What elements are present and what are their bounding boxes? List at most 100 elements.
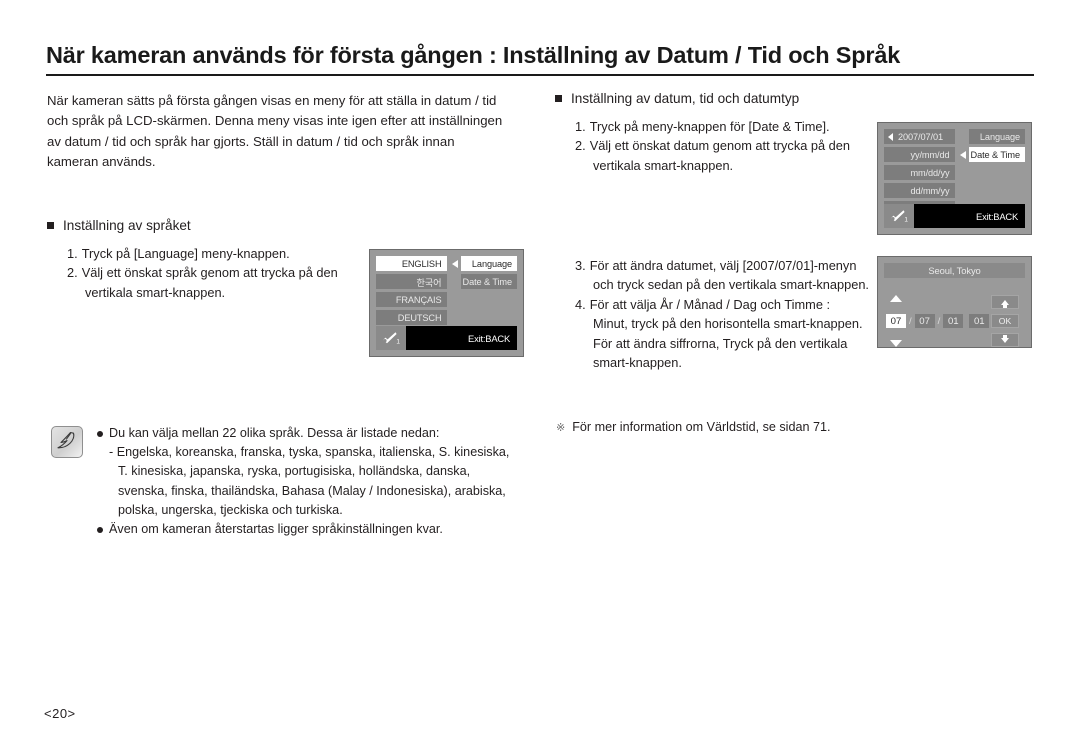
date-format-yymmdd[interactable]: yy/mm/dd [884,147,955,162]
field-separator: / [909,315,912,327]
note-bullet-label: Du kan välja mellan 22 olika språk. Dess… [109,426,440,440]
list-item[interactable]: dd/mm/yy [884,183,955,198]
reference-mark-icon: ※ [556,422,566,434]
note-pen-icon [51,426,83,458]
date-value-row[interactable]: 2007/07/01 [884,129,955,144]
ok-button[interactable]: OK [991,314,1019,328]
note-text: Du kan välja mellan 22 olika språk. Dess… [97,424,551,539]
step-text-continued: För att ändra siffrorna, Tryck på den ve… [593,335,848,351]
datetime-steps-list-2: 3. För att ändra datumet, välj [2007/07/… [555,256,885,372]
list-item: 2. Välj ett önskat datum genom att tryck… [575,136,875,155]
language-section-heading-label: Inställning av språket [63,218,191,233]
up-button[interactable] [991,295,1019,309]
svg-text:1: 1 [904,216,908,223]
list-item[interactable]: 한국어 [376,274,447,289]
list-item[interactable]: Language [460,256,517,271]
note-sub-line: T. kinesiska, japanska, ryska, portugisi… [118,464,471,479]
field-month[interactable]: 07 [914,314,935,328]
step-text: Välj ett önskat datum genom att trycka p… [589,138,851,154]
arrow-down-icon [890,340,902,347]
list-item[interactable]: 2007/07/01 [884,129,955,144]
language-option-korean[interactable]: 한국어 [376,274,447,289]
language-steps-list: 1. Tryck på [Language] meny-knappen. 2. … [47,244,377,302]
list-item[interactable]: ENGLISH [376,256,458,271]
list-item: 4. För att välja År / Månad / Dag och Ti… [575,295,885,314]
date-format-ddmmyy[interactable]: dd/mm/yy [884,183,955,198]
menu-tab-language[interactable]: Language [460,256,517,271]
selection-cursor-icon [959,150,966,159]
wrench-1-icon: 1 [884,204,914,228]
page-number: <20> [44,706,76,721]
intro-line: När kameran sätts på första gången visas… [47,93,497,108]
datetime-steps-list: 1. Tryck på meny-knappen för [Date & Tim… [555,117,875,175]
down-button[interactable] [991,333,1019,347]
language-option-english[interactable]: ENGLISH [376,256,447,271]
list-item: 3. För att ändra datumet, välj [2007/07/… [575,256,885,275]
date-value-label: 2007/07/01 [898,131,943,142]
menu-tab-language[interactable]: Language [968,129,1025,144]
step-text-continued: och tryck sedan på den vertikala smart-k… [593,277,869,293]
lcd-screen-datetime-menu: 2007/07/01 yy/mm/dd mm/dd/yy dd/mm/yy Of… [877,122,1032,235]
step-text: Tryck på meny-knappen för [Date & Time]. [589,119,830,134]
language-section: Inställning av språket 1. Tryck på [Lang… [47,218,377,302]
language-section-heading: Inställning av språket [47,218,377,233]
step-text-continued: smart-knappen. [593,355,682,371]
step-text-continued: Minut, tryck på den horisontella smart-k… [593,316,863,332]
step-text-continued: vertikala smart-knappen. [85,284,226,300]
list-item[interactable]: Language [968,129,1025,144]
step-text: Välj ett önskat språk genom att trycka p… [81,265,338,281]
field-separator: / [937,315,941,327]
datetime-section-heading: Inställning av datum, tid och datumtyp [555,91,875,106]
date-format-mmddyy[interactable]: mm/dd/yy [884,165,955,180]
footnote-label: För mer information om Världstid, se sid… [572,420,831,434]
header-divider [46,74,1034,76]
list-item[interactable]: Date & Time [968,147,1025,162]
list-item[interactable]: FRANÇAIS [376,292,447,307]
note-bullet-line: Även om kameran återstartas ligger språk… [97,520,551,539]
language-option-francais[interactable]: FRANÇAIS [376,292,447,307]
datetime-section: Inställning av datum, tid och datumtyp 1… [555,91,875,175]
note-sublist: - Engelska, koreanska, franska, tyska, s… [97,443,551,520]
menu-tab-date-time[interactable]: Date & Time [968,147,1025,162]
menu-tab-date-time[interactable]: Date & Time [460,274,517,289]
field-hour[interactable]: 01 [969,314,990,328]
exit-back-label[interactable]: Exit:BACK [914,204,1025,228]
dot-bullet-icon [97,527,103,534]
list-item[interactable]: mm/dd/yy [884,165,955,180]
note-bullet-line: Du kan välja mellan 22 olika språk. Dess… [97,424,551,443]
step-number: 2. [67,265,78,281]
datetime-section-continued: 3. För att ändra datumet, välj [2007/07/… [555,256,885,372]
exit-back-label[interactable]: Exit:BACK [406,326,517,350]
language-option-deutsch[interactable]: DEUTSCH [376,310,447,325]
intro-paragraph: När kameran sätts på första gången visas… [47,91,542,173]
step-text: För att ändra datumet, välj [2007/07/01]… [589,258,857,273]
city-label: Seoul, Tokyo [884,263,1025,278]
dot-bullet-icon [97,431,103,437]
lcd-bottom-bar: 1 Exit:BACK [376,326,517,350]
lcd-screen-worldtime: Seoul, Tokyo 07 / 07 / 01 01 : 00 [877,256,1032,348]
worldtime-button-column: OK [989,295,1021,347]
list-item[interactable]: Date & Time [460,274,517,289]
intro-line: kameran används. [47,154,156,170]
datetime-section-heading-label: Inställning av datum, tid och datumtyp [571,91,800,106]
list-item: 1. Tryck på meny-knappen för [Date & Tim… [575,117,875,136]
svg-text:1: 1 [396,338,400,345]
wrench-1-icon: 1 [376,326,406,350]
arrow-up-icon [890,295,902,302]
step-number: 1. [67,246,78,261]
step-number: 2. [575,138,586,154]
note-sub-line: polska, ungerska, tjeckiska och turkiska… [118,502,343,517]
field-year[interactable]: 07 [886,314,906,328]
time-setter-area: 07 / 07 / 01 01 : 00 OK [884,295,1025,347]
square-bullet-icon [555,95,562,102]
arrow-left-icon [888,132,893,141]
page-header: När kameran används för första gången : … [46,42,1034,76]
selection-cursor-icon [451,259,458,268]
list-item[interactable]: yy/mm/dd [884,147,966,162]
intro-line: av datum / tid och språk har gjorts. Stä… [47,133,455,149]
step-number: 1. [575,119,586,134]
list-item[interactable]: DEUTSCH [376,310,447,325]
lcd-screen-language-menu: ENGLISH 한국어 FRANÇAIS DEUTSCH Language Da… [369,249,524,357]
note-sub-line: - Engelska, koreanska, franska, tyska, s… [109,445,510,460]
field-day[interactable]: 01 [943,314,964,328]
